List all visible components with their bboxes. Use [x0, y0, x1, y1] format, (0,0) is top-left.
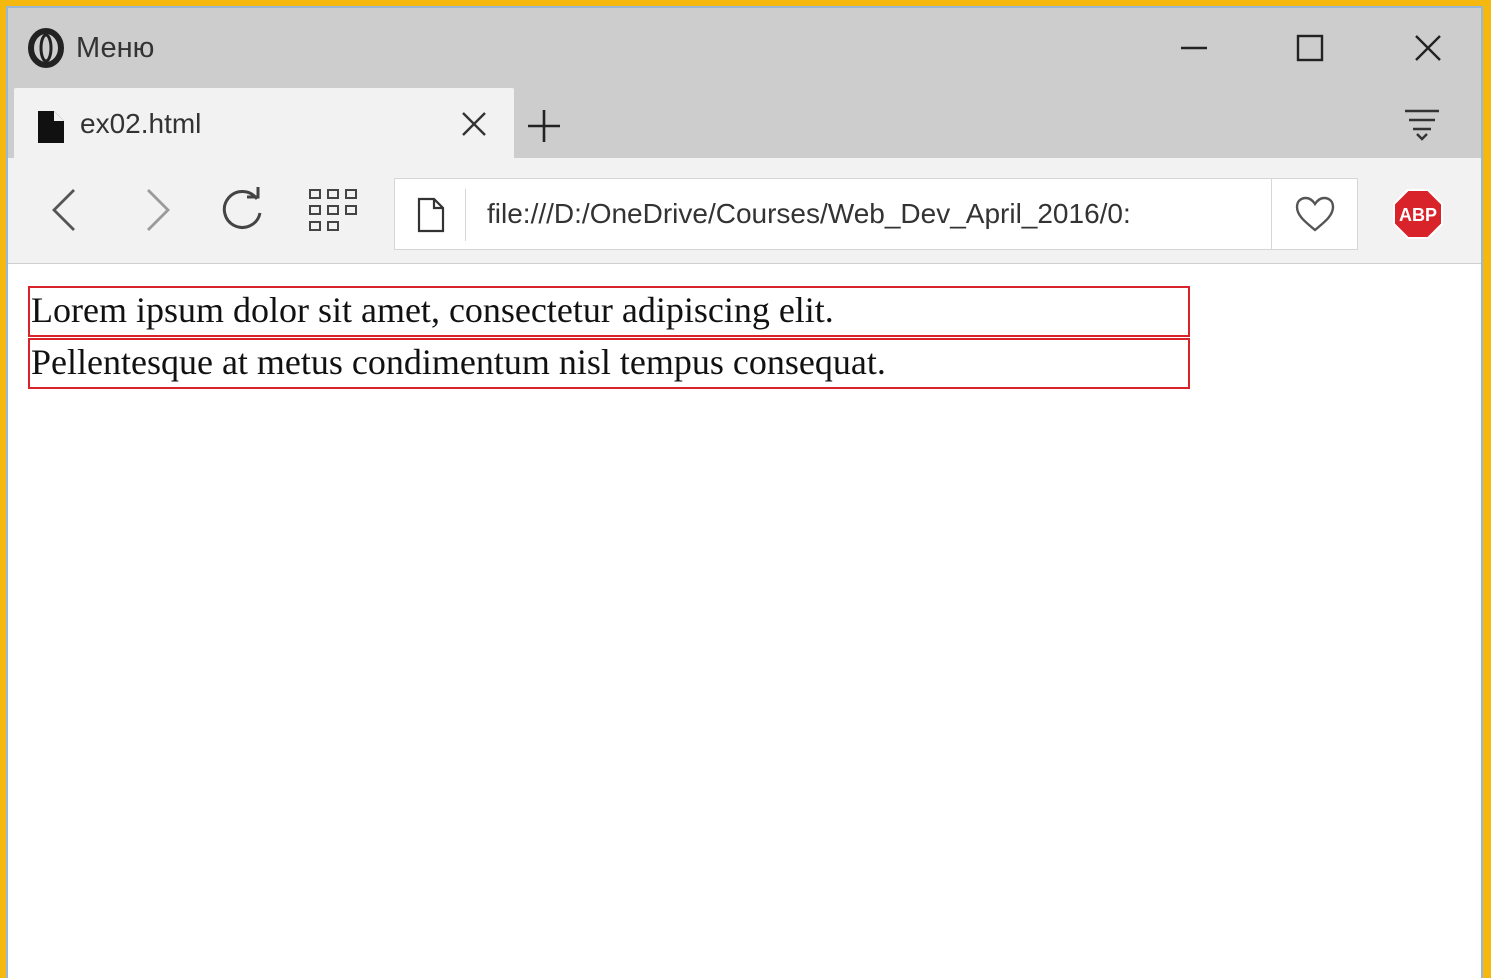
heart-icon — [1295, 196, 1334, 232]
new-tab-button[interactable] — [522, 104, 566, 148]
plus-icon — [528, 110, 560, 142]
speed-dial-button[interactable] — [306, 182, 362, 238]
tab-menu-button[interactable] — [1398, 102, 1446, 146]
browser-window: Меню ex02.html file:///D:/OneDrive/Cours… — [6, 6, 1483, 978]
menu-label: Меню — [76, 31, 155, 64]
url-input[interactable] — [487, 191, 1253, 237]
close-window-button[interactable] — [1398, 22, 1458, 74]
address-separator — [465, 189, 466, 241]
tab-close-button[interactable] — [454, 104, 494, 144]
page-icon — [417, 197, 445, 233]
speed-dial-icon — [309, 189, 357, 231]
bookmark-button[interactable] — [1271, 179, 1357, 249]
page-info-button[interactable] — [413, 195, 449, 235]
back-icon — [52, 189, 75, 231]
back-button[interactable] — [36, 182, 92, 238]
tab-title: ex02.html — [80, 108, 202, 139]
minimize-button[interactable] — [1164, 22, 1224, 74]
abp-label: ABP — [1399, 205, 1437, 225]
reload-button[interactable] — [214, 182, 270, 238]
navigation-toolbar: ABP — [8, 158, 1481, 264]
adblock-plus-icon: ABP — [1393, 189, 1443, 239]
forward-button[interactable] — [130, 182, 186, 238]
file-icon — [38, 111, 64, 143]
tab-ex02[interactable]: ex02.html — [14, 88, 514, 158]
reload-icon — [222, 187, 262, 229]
address-bar — [394, 178, 1358, 250]
minimize-icon — [1181, 46, 1207, 50]
adblock-plus-button[interactable]: ABP — [1392, 188, 1444, 240]
close-icon — [1415, 35, 1441, 61]
maximize-icon — [1296, 34, 1324, 62]
tab-menu-icon — [1405, 109, 1439, 141]
title-bar: Меню ex02.html — [8, 8, 1481, 158]
menu-button[interactable]: Меню — [28, 26, 154, 70]
paragraph-2: Pellentesque at metus condimentum nisl t… — [28, 338, 1190, 389]
paragraph-1: Lorem ipsum dolor sit amet, consectetur … — [28, 286, 1190, 337]
maximize-button[interactable] — [1280, 22, 1340, 74]
forward-icon — [147, 189, 170, 231]
close-tab-icon — [462, 112, 486, 136]
page-content: Lorem ipsum dolor sit amet, consectetur … — [8, 264, 1481, 978]
opera-logo-icon — [28, 28, 64, 68]
